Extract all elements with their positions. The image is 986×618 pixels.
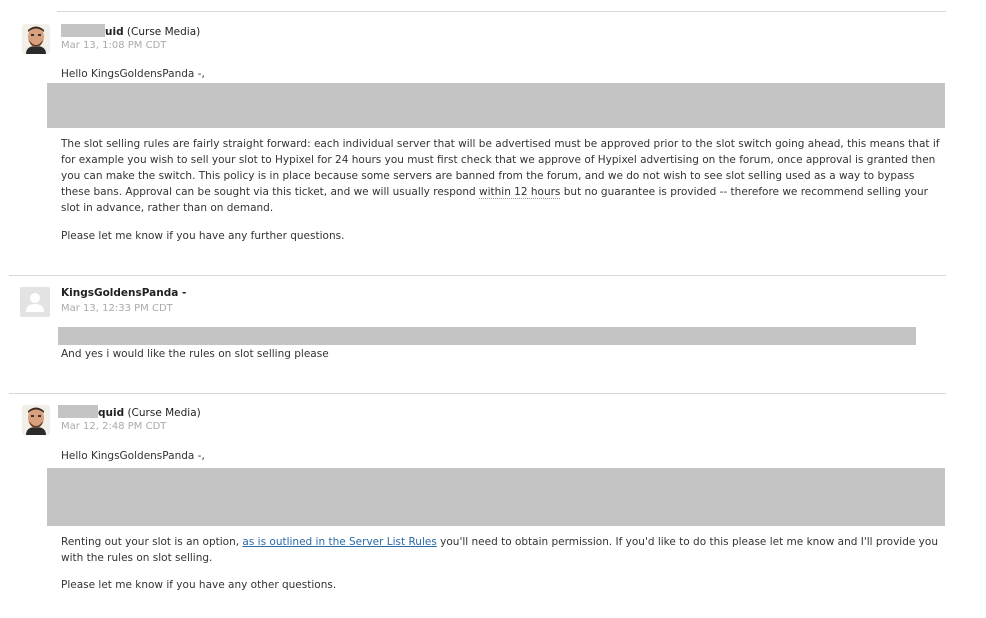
staff-avatar-icon: [22, 24, 50, 54]
message-body: And yes i would like the rules on slot s…: [61, 348, 329, 360]
staff-avatar-icon: [22, 405, 50, 435]
server-list-rules-link[interactable]: as is outlined in the Server List Rules: [242, 536, 436, 548]
redacted-block: [47, 468, 945, 526]
highlighted-time: within 12 hours: [479, 186, 561, 199]
default-user-avatar-icon: [20, 287, 50, 317]
message-divider: [57, 11, 946, 12]
message-divider: [9, 393, 946, 394]
message-timestamp: Mar 12, 2:48 PM CDT: [61, 421, 167, 432]
message-author: uid (Curse Media): [61, 24, 200, 38]
message-closing: Please let me know if you have any furth…: [61, 230, 345, 242]
message-greeting: Hello KingsGoldensPanda -,: [61, 68, 205, 80]
redacted-name: [61, 24, 105, 37]
message-body: The slot selling rules are fairly straig…: [61, 138, 940, 214]
redacted-name: [58, 405, 98, 418]
redacted-block: [47, 83, 945, 128]
message-author: quid (Curse Media): [58, 405, 201, 419]
message-divider: [9, 275, 946, 276]
message-timestamp: Mar 13, 1:08 PM CDT: [61, 40, 167, 51]
message-timestamp: Mar 13, 12:33 PM CDT: [61, 303, 173, 314]
redacted-block: [58, 327, 916, 345]
message-greeting: Hello KingsGoldensPanda -,: [61, 450, 205, 462]
message-body: Renting out your slot is an option, as i…: [61, 536, 938, 564]
message-author: KingsGoldensPanda -: [61, 287, 187, 299]
message-closing: Please let me know if you have any other…: [61, 579, 337, 591]
